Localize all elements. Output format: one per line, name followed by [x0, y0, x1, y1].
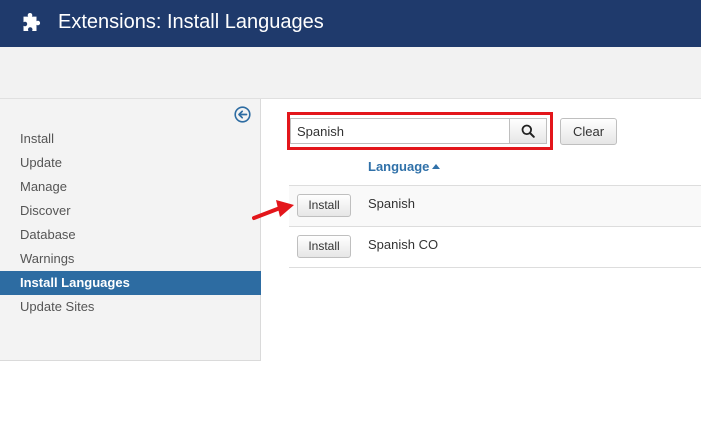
table-divider [289, 226, 701, 227]
sidebar-item-install-languages[interactable]: Install Languages [0, 271, 261, 295]
sidebar-item-database[interactable]: Database [0, 223, 261, 247]
arrow-circle-left-icon[interactable] [234, 106, 251, 123]
language-name: Spanish [368, 196, 415, 211]
sidebar-item-discover[interactable]: Discover [0, 199, 261, 223]
clear-button[interactable]: Clear [560, 118, 617, 145]
search-button[interactable] [509, 118, 547, 144]
sort-ascending-icon [432, 164, 441, 169]
install-button-spanish-co[interactable]: Install [297, 235, 351, 258]
sidebar-item-update-sites[interactable]: Update Sites [0, 295, 261, 319]
language-name: Spanish CO [368, 237, 439, 252]
sidebar-item-install[interactable]: Install [0, 127, 261, 151]
annotation-arrow-icon [252, 200, 294, 220]
sidebar-item-update[interactable]: Update [0, 151, 261, 175]
sidebar-item-warnings[interactable]: Warnings [0, 247, 261, 271]
puzzle-icon [23, 13, 41, 31]
toolbar [0, 47, 701, 99]
page-title: Extensions: Install Languages [58, 11, 324, 33]
search-input[interactable] [290, 118, 510, 144]
sidebar-item-manage[interactable]: Manage [0, 175, 261, 199]
page-header: Extensions: Install Languages [0, 0, 701, 47]
language-column-label: Language [368, 159, 430, 174]
language-column-header[interactable]: Language [368, 159, 441, 174]
magnifier-icon [521, 124, 535, 138]
install-button-spanish[interactable]: Install [297, 194, 351, 217]
table-divider [289, 267, 701, 268]
